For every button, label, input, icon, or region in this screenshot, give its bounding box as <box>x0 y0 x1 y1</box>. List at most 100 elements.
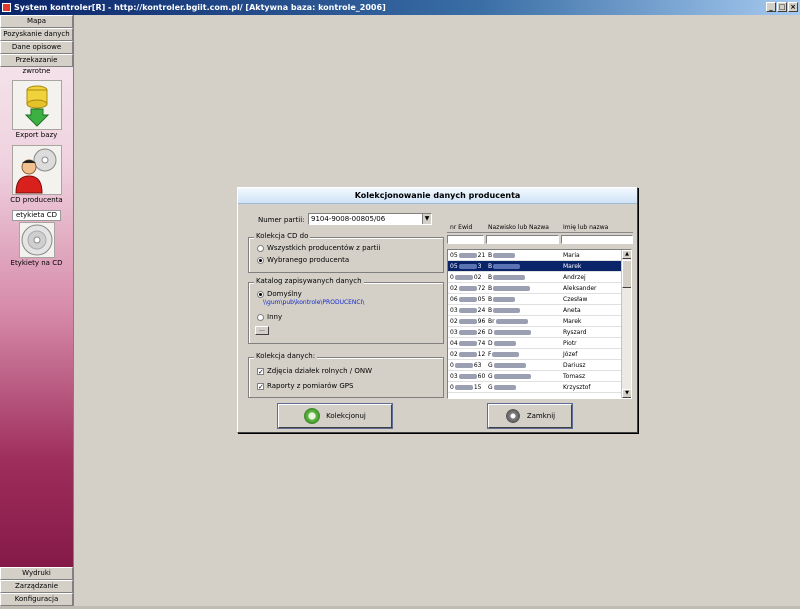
redacted-block <box>458 319 477 324</box>
cell-name: Krzysztof <box>563 384 591 391</box>
tool-etykiety-na-cd[interactable]: etykieta CD Etykiety na CD <box>0 210 73 267</box>
table-row[interactable]: 03 24 B Aneta <box>448 305 622 316</box>
cd-label-icon <box>18 222 55 258</box>
radio-label: Domyślny <box>267 290 302 298</box>
cell-surname: B <box>486 272 561 282</box>
tool-cd-producenta[interactable]: CD producenta <box>0 145 73 204</box>
filter-name-input[interactable] <box>561 235 633 244</box>
cell-name: Andrzej <box>563 274 586 281</box>
table-row[interactable]: 02 96 Br Marek <box>448 316 622 327</box>
sidebar-item-dane-opisowe[interactable]: Dane opisowe <box>0 41 73 54</box>
tool-export-bazy[interactable]: Export bazy <box>0 80 73 139</box>
radio-button[interactable] <box>257 256 264 264</box>
redacted-block <box>458 264 477 269</box>
chevron-down-icon[interactable]: ▼ <box>422 214 431 224</box>
redacted-block <box>454 385 473 390</box>
column-header-id[interactable]: nr Ewid <box>447 223 485 233</box>
checkbox-label: Zdjęcia działek rolnych / ONW <box>267 367 373 375</box>
table-row[interactable]: 03 26 D Ryszard <box>448 327 622 338</box>
cell-surname: B <box>486 250 561 260</box>
cell-name: Aneta <box>563 307 581 314</box>
table-row[interactable]: 05 21 B Maria <box>448 250 622 261</box>
redacted-block <box>493 363 526 368</box>
group-caption: Kolekcja CD do <box>254 232 311 240</box>
cell-surname: B <box>486 261 561 271</box>
scroll-up-icon[interactable]: ▲ <box>622 250 631 259</box>
cell-id: 02 72 <box>450 285 486 292</box>
checkbox[interactable]: ✓ <box>257 382 264 390</box>
cell-id: 02 96 <box>450 318 486 325</box>
table-row[interactable]: 02 72 B Aleksander <box>448 283 622 294</box>
collect-icon <box>304 408 321 424</box>
collect-button[interactable]: Kolekcjonuj <box>278 404 392 428</box>
app-icon <box>2 3 11 12</box>
cell-surname: F <box>486 349 561 359</box>
cell-name: Maria <box>563 252 580 259</box>
cd-target-group: Kolekcja CD do Wszystkich producentów z … <box>248 232 444 273</box>
cd-person-icon <box>11 145 62 195</box>
cell-surname: B <box>486 283 561 293</box>
checkbox-label: Raporty z pomiarów GPS <box>267 382 354 390</box>
column-header-name[interactable]: Imię lub nazwa <box>560 223 633 233</box>
redacted-block <box>458 286 477 291</box>
cell-id: 0 15 <box>450 384 482 391</box>
radio-button[interactable] <box>257 244 264 252</box>
close-button[interactable]: Zamknij <box>488 404 572 428</box>
table-header: nr Ewid Nazwisko lub Nazwa Imię lub nazw… <box>447 223 633 233</box>
radio-other-catalog[interactable]: Inny <box>257 313 282 321</box>
table-row[interactable]: 06 05 B Czesław <box>448 294 622 305</box>
table-row[interactable]: 0 15 G Krzysztof <box>448 382 622 393</box>
etykieta-cd-tag: etykieta CD <box>11 210 62 221</box>
cell-surname: B <box>486 305 561 315</box>
collect-dialog: Kolekcjonowanie danych producenta Numer … <box>237 187 638 433</box>
table-row[interactable]: 04 74 D Piotr <box>448 338 622 349</box>
minimize-button[interactable]: _ <box>766 2 776 12</box>
checkbox-photos[interactable]: ✓ Zdjęcia działek rolnych / ONW <box>257 367 372 375</box>
browse-button[interactable]: ... <box>255 326 269 335</box>
table-row[interactable]: 05 3 B Marek <box>448 261 622 272</box>
cell-name: Tomasz <box>563 373 586 380</box>
cell-name: Dariusz <box>563 362 586 369</box>
redacted-block <box>458 253 477 258</box>
column-header-surname[interactable]: Nazwisko lub Nazwa <box>485 223 560 233</box>
party-select[interactable]: 9104-9008-00805/06 ▼ <box>308 213 432 225</box>
cell-name: Józef <box>563 351 578 358</box>
producer-list[interactable]: 0 15 G Krzysztof 03 60 G Tomasz 0 63 G Dariusz 02 12 F… <box>447 249 632 399</box>
sidebar-item-konfiguracja[interactable]: Konfiguracja <box>0 593 73 606</box>
cell-id: 02 12 <box>450 351 486 358</box>
cell-surname: D <box>486 338 561 348</box>
table-row[interactable]: 02 12 F Józef <box>448 349 622 360</box>
sidebar-item-wydruki[interactable]: Wydruki <box>0 567 73 580</box>
catalog-group: Katalog zapisywanych danych Domyślny \\g… <box>248 277 444 344</box>
checkbox[interactable]: ✓ <box>257 367 264 375</box>
filter-surname-input[interactable] <box>486 235 559 244</box>
radio-all-producers[interactable]: Wszystkich producentów z partii <box>257 244 380 252</box>
sidebar-item-przekazanie-zwrotne[interactable]: Przekazanie zwrotne <box>0 54 73 75</box>
close-button-label: Zamknij <box>526 412 556 420</box>
radio-button[interactable] <box>257 290 264 298</box>
close-window-button[interactable]: × <box>788 2 798 12</box>
radio-button[interactable] <box>257 313 264 321</box>
filter-id-input[interactable] <box>447 235 484 244</box>
sidebar-item-zarzadzanie[interactable]: Zarządzanie <box>0 580 73 593</box>
list-scrollbar[interactable]: ▲ ▼ <box>621 250 631 398</box>
cell-id: 03 60 <box>450 373 486 380</box>
scroll-thumb[interactable] <box>622 260 631 288</box>
radio-selected-producer[interactable]: Wybranego producenta <box>257 256 349 264</box>
restore-button[interactable]: □ <box>777 2 787 12</box>
close-icon <box>504 408 521 424</box>
sidebar-item-mapa[interactable]: Mapa <box>0 15 73 28</box>
radio-default-catalog[interactable]: Domyślny <box>257 290 302 298</box>
cell-id: 0 63 <box>450 362 482 369</box>
table-row[interactable]: 0 02 B Andrzej <box>448 272 622 283</box>
table-row[interactable]: 0 63 G Dariusz <box>448 360 622 371</box>
redacted-block <box>458 352 477 357</box>
checkbox-gps[interactable]: ✓ Raporty z pomiarów GPS <box>257 382 353 390</box>
table-row[interactable]: 03 60 G Tomasz <box>448 371 622 382</box>
sidebar-bottom-nav: Wydruki Zarządzanie Konfiguracja <box>0 567 73 606</box>
redacted-block <box>493 330 531 335</box>
scroll-down-icon[interactable]: ▼ <box>622 389 631 398</box>
title-bar: System kontroler[R] - http://kontroler.b… <box>0 0 800 15</box>
redacted-block <box>493 308 521 313</box>
sidebar-item-pozyskanie-danych[interactable]: Pozyskanie danych <box>0 28 73 41</box>
